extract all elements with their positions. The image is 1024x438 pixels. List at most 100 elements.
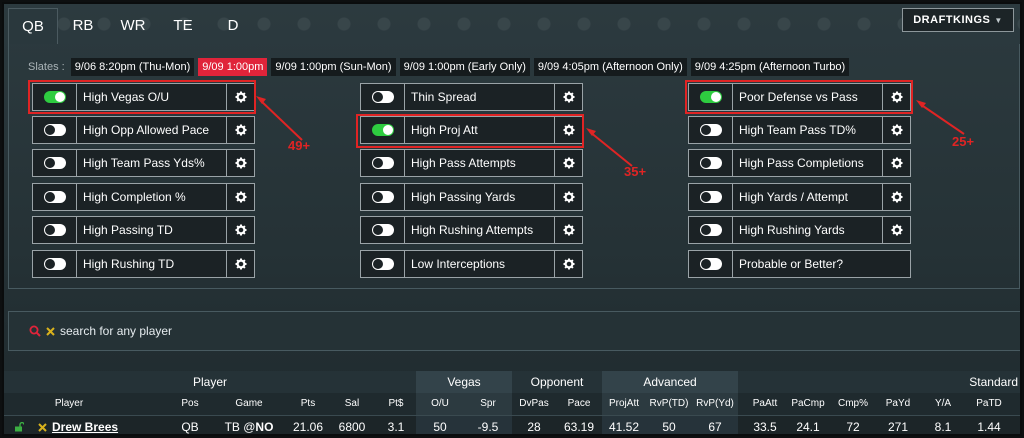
gear-icon[interactable]	[882, 184, 910, 210]
col-projatt[interactable]: ProjAtt	[602, 393, 646, 415]
table-row[interactable]: Drew Brees QB TB @NO 21.06 6800 3.1 50 -…	[4, 415, 1020, 434]
filter-item[interactable]: High Pass Completions	[688, 149, 911, 177]
col-pacmp[interactable]: PaCmp	[786, 393, 830, 415]
gear-icon[interactable]	[882, 217, 910, 243]
exclude-icon[interactable]	[38, 423, 47, 432]
tab-te[interactable]: TE	[158, 8, 208, 44]
col-game[interactable]: Game	[224, 393, 274, 415]
toggle-switch[interactable]	[371, 191, 394, 203]
filter-item[interactable]: High Team Pass TD%	[688, 116, 911, 144]
unlock-icon[interactable]	[14, 422, 24, 432]
highlight-box	[685, 80, 913, 114]
filter-toggle-cell[interactable]	[33, 117, 77, 143]
gear-icon[interactable]	[554, 251, 582, 277]
filter-item[interactable]: Probable or Better?	[688, 250, 911, 278]
gear-icon[interactable]	[226, 184, 254, 210]
col-paatt[interactable]: PaAtt	[744, 393, 786, 415]
filter-item[interactable]: Low Interceptions	[360, 250, 583, 278]
toggle-switch[interactable]	[43, 124, 66, 136]
search-bar[interactable]: search for any player	[8, 311, 1020, 351]
col-pace[interactable]: Pace	[556, 393, 602, 415]
toggle-switch[interactable]	[699, 124, 722, 136]
slate-button[interactable]: 9/09 4:05pm (Afternoon Only)	[533, 58, 687, 76]
toggle-switch[interactable]	[699, 258, 722, 270]
toggle-switch[interactable]	[699, 191, 722, 203]
col-rvpyd[interactable]: RvP(Yd)	[692, 393, 738, 415]
col-pos[interactable]: Pos	[170, 393, 210, 415]
filter-toggle-cell[interactable]	[33, 251, 77, 277]
toggle-switch[interactable]	[43, 258, 66, 270]
col-dvpas[interactable]: DvPas	[512, 393, 556, 415]
toggle-switch[interactable]	[371, 157, 394, 169]
slate-button-active[interactable]: 9/09 1:00pm	[198, 58, 268, 76]
gear-icon[interactable]	[882, 150, 910, 176]
gear-icon[interactable]	[882, 117, 910, 143]
gear-icon[interactable]	[226, 117, 254, 143]
filter-item[interactable]: High Rushing TD	[32, 250, 255, 278]
slate-button[interactable]: 9/09 1:00pm (Early Only)	[399, 58, 530, 76]
filter-label: Thin Spread	[411, 90, 477, 104]
filter-item[interactable]: High Opp Allowed Pace	[32, 116, 255, 144]
slate-button[interactable]: 9/09 4:25pm (Afternoon Turbo)	[690, 58, 850, 76]
tab-rb[interactable]: RB	[58, 8, 108, 44]
col-player[interactable]: Player	[34, 393, 104, 415]
filter-toggle-cell[interactable]	[689, 117, 733, 143]
filter-toggle-cell[interactable]	[689, 251, 733, 277]
gear-icon[interactable]	[554, 84, 582, 110]
filter-toggle-cell[interactable]	[689, 150, 733, 176]
filter-toggle-cell[interactable]	[689, 217, 733, 243]
tab-wr[interactable]: WR	[108, 8, 158, 44]
filter-toggle-cell[interactable]	[33, 184, 77, 210]
filter-item[interactable]: High Pass Attempts	[360, 149, 583, 177]
toggle-switch[interactable]	[43, 224, 66, 236]
tab-d[interactable]: D	[208, 8, 258, 44]
gear-icon[interactable]	[554, 217, 582, 243]
col-cmp[interactable]: Cmp%	[830, 393, 876, 415]
filter-toggle-cell[interactable]	[361, 150, 405, 176]
filter-item[interactable]: High Passing Yards	[360, 183, 583, 211]
player-link[interactable]: Drew Brees	[52, 420, 118, 434]
toggle-switch[interactable]	[699, 224, 722, 236]
filter-toggle-cell[interactable]	[33, 217, 77, 243]
gear-icon[interactable]	[226, 217, 254, 243]
slate-button[interactable]: 9/09 1:00pm (Sun-Mon)	[271, 58, 396, 76]
col-ou[interactable]: O/U	[416, 393, 464, 415]
filter-item[interactable]: High Rushing Yards	[688, 216, 911, 244]
col-patd[interactable]: PaTD	[966, 393, 1012, 415]
toggle-switch[interactable]	[371, 91, 394, 103]
filter-toggle-cell[interactable]	[361, 184, 405, 210]
filter-toggle-cell[interactable]	[33, 150, 77, 176]
filter-toggle-cell[interactable]	[361, 217, 405, 243]
player-name[interactable]: Drew Brees	[52, 416, 122, 434]
filter-item[interactable]: High Rushing Attempts	[360, 216, 583, 244]
toggle-switch[interactable]	[43, 191, 66, 203]
toggle-switch[interactable]	[371, 224, 394, 236]
toggle-switch[interactable]	[699, 157, 722, 169]
col-ptd[interactable]: Pt$	[376, 393, 416, 415]
col-rvptd[interactable]: RvP(TD)	[646, 393, 692, 415]
filter-toggle-cell[interactable]	[361, 251, 405, 277]
col-sal[interactable]: Sal	[332, 393, 372, 415]
clear-icon[interactable]	[46, 326, 55, 336]
filter-item[interactable]: High Passing TD	[32, 216, 255, 244]
col-pts[interactable]: Pts	[288, 393, 328, 415]
gear-icon[interactable]	[554, 184, 582, 210]
filter-item[interactable]: High Yards / Attempt	[688, 183, 911, 211]
toggle-switch[interactable]	[371, 258, 394, 270]
search-input[interactable]: search for any player	[60, 324, 172, 338]
filter-toggle-cell[interactable]	[361, 84, 405, 110]
toggle-switch[interactable]	[43, 157, 66, 169]
col-payd[interactable]: PaYd	[876, 393, 920, 415]
gear-icon[interactable]	[226, 251, 254, 277]
gear-icon[interactable]	[226, 150, 254, 176]
filter-toggle-cell[interactable]	[689, 184, 733, 210]
filter-item[interactable]: High Team Pass Yds%	[32, 149, 255, 177]
col-spr[interactable]: Spr	[464, 393, 512, 415]
site-select[interactable]: DRAFTKINGS ▼	[902, 8, 1014, 32]
tab-qb[interactable]: QB	[8, 8, 58, 44]
gear-icon[interactable]	[554, 150, 582, 176]
col-ya[interactable]: Y/A	[922, 393, 964, 415]
slate-button[interactable]: 9/06 8:20pm (Thu-Mon)	[70, 58, 195, 76]
filter-item[interactable]: Thin Spread	[360, 83, 583, 111]
filter-item[interactable]: High Completion %	[32, 183, 255, 211]
